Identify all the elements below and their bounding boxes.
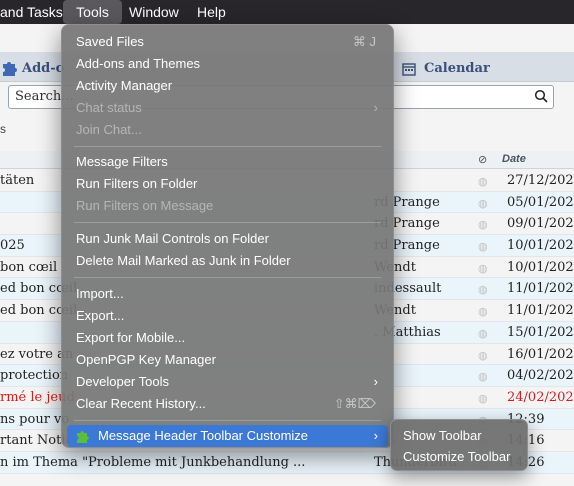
- message-subject: ns pour vo: [0, 411, 70, 427]
- mht-customize-label: Message Header Toolbar Customize: [98, 428, 309, 443]
- menu-separator: [74, 222, 381, 223]
- menu-item-addons-themes[interactable]: Add-ons and Themes: [67, 53, 388, 75]
- menu-window[interactable]: Window: [123, 0, 185, 24]
- thread-status-icon: ◍: [478, 240, 488, 254]
- message-date: 10/01/2025: [507, 259, 574, 275]
- message-date: 27/12/2024: [507, 173, 574, 188]
- thread-status-icon: ◍: [478, 348, 488, 362]
- menu-separator: [74, 277, 381, 278]
- menu-item-run-junk-controls[interactable]: Run Junk Mail Controls on Folder: [67, 228, 388, 250]
- menu-item-clear-history[interactable]: Clear Recent History... ⇧⌘⌦: [67, 393, 388, 415]
- menu-item-activity-manager[interactable]: Activity Manager: [67, 75, 388, 97]
- message-subject: 025: [0, 238, 25, 254]
- tab-calendar[interactable]: Calendar: [424, 56, 490, 82]
- menu-item-message-filters[interactable]: Message Filters: [67, 151, 388, 173]
- thread-status-icon: ◍: [478, 305, 488, 319]
- menu-item-developer-tools[interactable]: Developer Tools ›: [67, 371, 388, 393]
- menu-item-import[interactable]: Import...: [67, 283, 388, 305]
- search-icon: [534, 89, 548, 103]
- thread-status-icon: ◍: [478, 196, 488, 210]
- message-date: 09/01/2025: [507, 216, 574, 232]
- menu-tools[interactable]: Tools: [63, 0, 122, 24]
- chevron-right-icon: ›: [373, 374, 378, 389]
- puzzle-icon: [3, 62, 17, 76]
- message-date: 11/01/2025: [507, 281, 574, 297]
- toolbar-submenu: Show Toolbar Customize Toolbar: [390, 419, 528, 471]
- puzzle-icon: [77, 431, 89, 443]
- message-date: 24/02/2025: [507, 389, 574, 405]
- tools-menu: Saved Files ⌘ J Add-ons and Themes Activ…: [61, 24, 394, 448]
- message-date: 04/02/2025: [507, 368, 574, 384]
- menu-item-export-mobile[interactable]: Export for Mobile...: [67, 327, 388, 349]
- thread-column-icon[interactable]: ⊘: [478, 153, 487, 166]
- menu-item-join-chat: Join Chat...: [76, 122, 142, 137]
- menu-item-saved-files[interactable]: Saved Files ⌘ J: [67, 31, 388, 53]
- menu-separator: [74, 420, 381, 421]
- menu-bar: and Tasks Tools Window Help: [0, 0, 574, 24]
- date-column-header[interactable]: Date: [502, 153, 526, 165]
- calendar-icon: [402, 63, 416, 76]
- thread-status-icon: ◍: [478, 218, 488, 232]
- thread-status-icon: ◍: [478, 370, 488, 384]
- message-date: 10/01/2025: [507, 238, 574, 254]
- menu-item-openpgp[interactable]: OpenPGP Key Manager: [67, 349, 388, 371]
- message-subject: täten: [0, 173, 35, 188]
- menu-item-run-filters-folder[interactable]: Run Filters on Folder: [67, 173, 388, 195]
- menu-separator: [74, 146, 381, 147]
- filter-text: s: [0, 122, 6, 136]
- message-date: 15/01/2025: [507, 324, 574, 340]
- message-date: 11/01/2025: [507, 303, 574, 319]
- menu-item-run-filters-message: Run Filters on Message: [76, 198, 214, 213]
- menu-go-and-tasks[interactable]: and Tasks: [0, 0, 69, 24]
- thread-status-icon: ◍: [478, 175, 488, 188]
- thread-status-icon: ◍: [478, 261, 488, 275]
- menu-help[interactable]: Help: [191, 0, 232, 24]
- thread-status-icon: ◍: [478, 283, 488, 297]
- chevron-right-icon: ›: [373, 100, 378, 115]
- submenu-item-show-toolbar[interactable]: Show Toolbar: [396, 426, 524, 446]
- menu-item-export[interactable]: Export...: [67, 305, 388, 327]
- message-date: 05/01/2025: [507, 194, 574, 210]
- message-date: 16/01/2025: [507, 346, 574, 362]
- message-subject: bon cœil: [0, 259, 58, 275]
- menu-item-delete-junk[interactable]: Delete Mail Marked as Junk in Folder: [67, 250, 388, 272]
- tab-addons[interactable]: Add-o: [22, 56, 64, 82]
- menu-item-message-header-toolbar-customize[interactable]: Message Header Toolbar Customize ›: [67, 425, 388, 447]
- chat-status-label: Chat status: [76, 100, 142, 115]
- menu-item-chat-status: Chat status ›: [67, 97, 388, 119]
- chevron-right-icon: ›: [373, 428, 378, 443]
- submenu-item-customize-toolbar[interactable]: Customize Toolbar: [396, 447, 524, 467]
- message-subject: protection: [0, 368, 69, 384]
- message-subject: n im Thema "Probleme mit Junkbehandlung …: [0, 454, 306, 470]
- clear-history-shortcut: ⇧⌘⌦: [333, 396, 376, 411]
- thread-status-icon: ◍: [478, 326, 488, 340]
- clear-history-label: Clear Recent History...: [76, 396, 206, 411]
- saved-files-shortcut: ⌘ J: [352, 34, 376, 49]
- thread-status-icon: ◍: [478, 391, 488, 405]
- saved-files-label: Saved Files: [76, 34, 144, 49]
- developer-tools-label: Developer Tools: [76, 374, 169, 389]
